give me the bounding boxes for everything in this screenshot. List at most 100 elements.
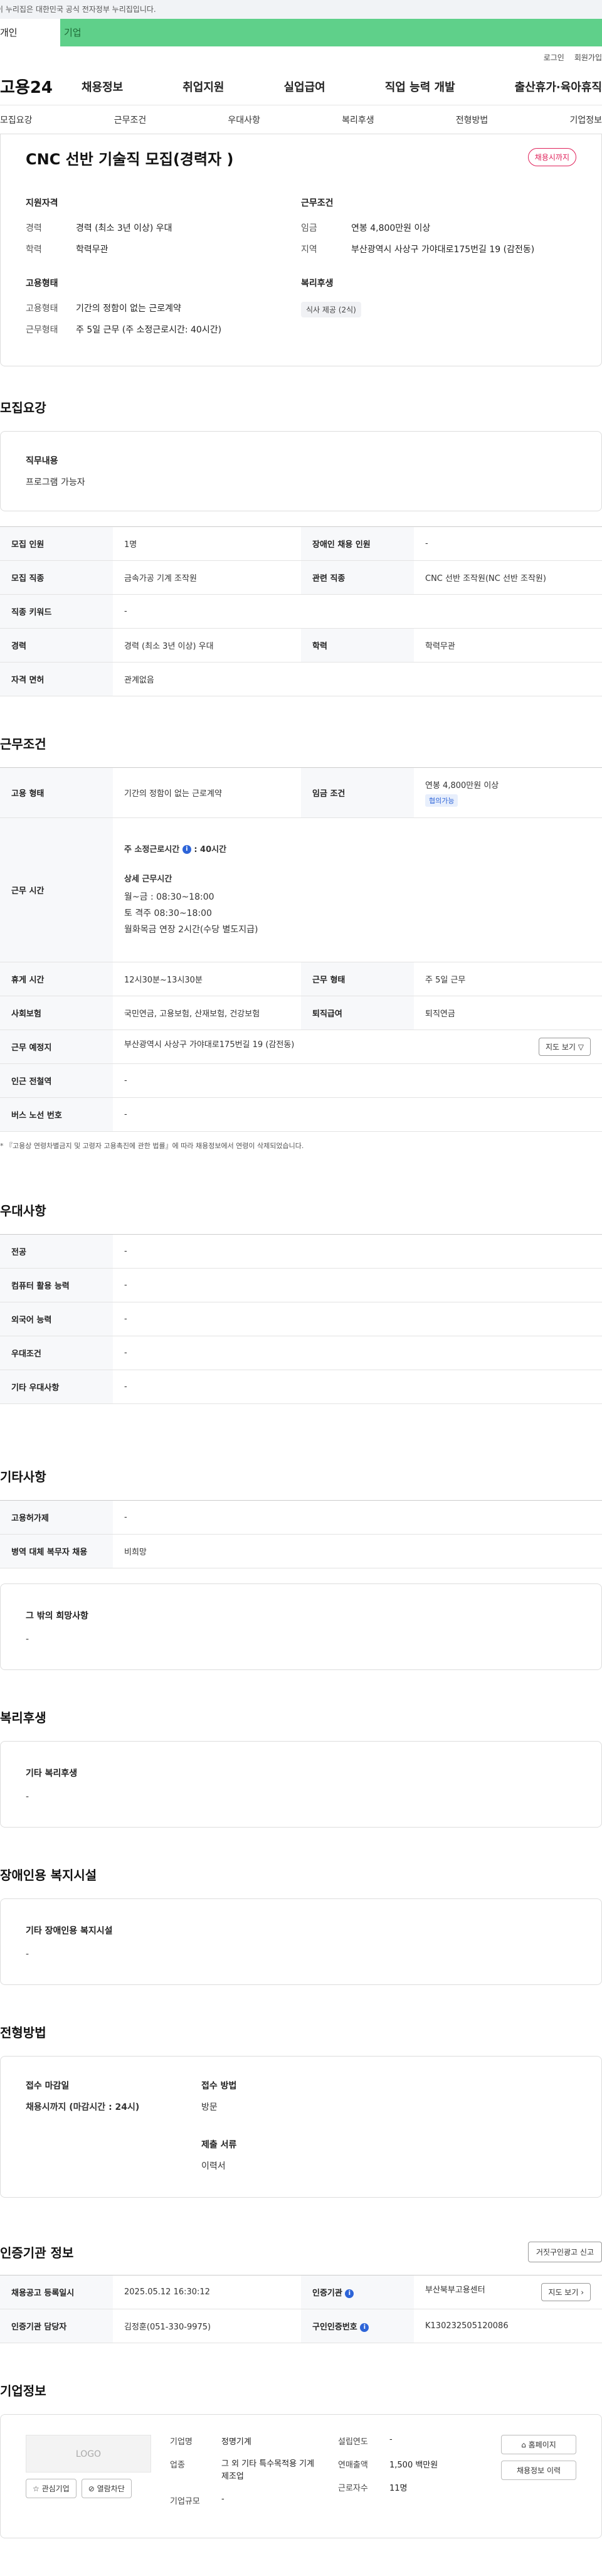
company-label: 업종	[170, 2461, 185, 2470]
company-label: 근로자수	[338, 2484, 368, 2493]
section-cert-heading: 인증기관 정보	[0, 2245, 74, 2260]
detail-tabs: 모집요강 근무조건 우대사항 복리후생 전형방법 기업정보	[0, 105, 602, 134]
cell-value: 학력무관	[414, 628, 602, 663]
cell-label: 컴퓨터 활용 능력	[0, 1268, 113, 1302]
section-disabled-heading: 장애인용 복지시설	[0, 1868, 97, 1883]
cell-label: 학력	[301, 628, 414, 663]
qual-label: 학력	[26, 245, 42, 255]
gnb-vocational-training[interactable]: 직업 능력 개발	[385, 78, 455, 95]
cell-value: 부산광역시 사상구 가야대로175번길 19 (감전동) 지도 보기 ▽	[113, 1030, 602, 1064]
cell-label: 자격 면허	[0, 662, 113, 696]
section-apply-heading: 전형방법	[0, 2025, 46, 2040]
company-value: -	[221, 2494, 224, 2504]
cell-label: 임금 조건	[301, 767, 414, 818]
cell-label: 모집 인원	[0, 526, 113, 561]
company-value: 11명	[389, 2484, 408, 2493]
favorite-company-button[interactable]: ☆ 관심기업	[26, 2479, 77, 2498]
emp-label: 고용형태	[26, 304, 58, 314]
tab-conditions[interactable]: 근무조건	[114, 114, 147, 126]
weekly-hours: 주 소정근로시간 i : 40시간	[124, 843, 591, 854]
cell-value: 관계없음	[113, 662, 602, 696]
section-company-heading: 기업정보	[0, 2383, 46, 2398]
hours-line: 월~금 : 08:30~18:00	[124, 891, 214, 902]
info-icon[interactable]: i	[360, 2323, 369, 2332]
age-note: * 『고용상 연령차별금지 및 고령자 고용촉진에 관한 법률』에 따라 채용정…	[0, 1142, 304, 1150]
tab-recruit[interactable]: 모집요강	[0, 114, 33, 126]
cell-label: 퇴직급여	[301, 996, 414, 1030]
gnb-parental-leave[interactable]: 출산휴가·육아휴직	[515, 78, 602, 95]
qual-value: 경력 (최소 3년 이상) 우대	[76, 223, 172, 233]
tab-preference[interactable]: 우대사항	[228, 114, 260, 126]
cell-value: -	[113, 594, 602, 629]
job-history-button[interactable]: 채용정보 이력	[501, 2461, 576, 2480]
company-value: 정명기계	[221, 2437, 251, 2447]
cell-label: 장애인 채용 인원	[301, 526, 414, 561]
signup-link[interactable]: 회원가입	[574, 52, 602, 63]
section-etc-heading: 기타사항	[0, 1469, 46, 1484]
report-fake-ad-button[interactable]: 거짓구인광고 신고	[527, 2242, 602, 2262]
cell-value: 주 5일 근무	[414, 962, 602, 996]
tab-apply-method[interactable]: 전형방법	[456, 114, 488, 126]
table-row: 버스 노선 번호 -	[0, 1097, 602, 1132]
cell-label: 근무 예정지	[0, 1030, 113, 1064]
cell-value: -	[113, 1302, 602, 1336]
job-summary-card: CNC 선반 기술직 모집(경력자 ) 채용시까지 지원자격 경력 경력 (최소 …	[0, 134, 602, 366]
site-logo[interactable]: 고용24	[0, 75, 82, 98]
homepage-button[interactable]: ⌂ 홈페이지	[501, 2435, 576, 2454]
cell-value: 12시30분~13시30분	[113, 962, 301, 996]
table-row: 경력 경력 (최소 3년 이상) 우대 학력 학력무관	[0, 628, 602, 663]
tab-company[interactable]: 기업	[60, 19, 602, 46]
map-view-button[interactable]: 지도 보기 ▽	[538, 1038, 591, 1056]
wage-value: 연봉 4,800만원 이상	[425, 781, 499, 790]
etc-table: 고용허가제 - 병역 대체 복무자 채용 비희망	[0, 1500, 602, 1568]
company-label: 기업명	[170, 2437, 193, 2447]
docs-title: 제출 서류	[201, 2140, 237, 2150]
table-row: 인근 전철역 -	[0, 1063, 602, 1098]
qual-title: 지원자격	[26, 198, 58, 208]
tab-welfare[interactable]: 복리후생	[342, 114, 374, 126]
info-icon[interactable]: i	[345, 2289, 354, 2298]
gnb-jobs[interactable]: 채용정보	[82, 78, 123, 95]
deadline-value: 채용시까지 (마감시간 : 24시)	[26, 2102, 140, 2112]
deadline-title: 접수 마감일	[26, 2081, 70, 2091]
disabled-box: 기타 장애인용 복지시설 -	[0, 1898, 602, 1985]
cell-label: 외국어 능력	[0, 1302, 113, 1336]
org-map-button[interactable]: 지도 보기 ›	[541, 2283, 591, 2301]
cell-value: 국민연금, 고용보험, 산재보험, 건강보험	[113, 996, 301, 1030]
gnb-unemployment-benefit[interactable]: 실업급여	[284, 78, 325, 95]
emp-value: 주 5일 근무 (주 소정근로시간: 40시간)	[76, 325, 222, 335]
weekly-hours-label: 주 소정근로시간	[124, 844, 180, 854]
cell-value: -	[113, 1097, 602, 1132]
duty-title: 직무내용	[26, 456, 58, 466]
company-value: 1,500 백만원	[389, 2461, 438, 2470]
cell-value: -	[113, 1268, 602, 1302]
block-view-button[interactable]: ⊘ 열람차단	[81, 2479, 132, 2498]
cell-value: -	[113, 1336, 602, 1370]
status-badge: 채용시까지	[527, 148, 576, 166]
cell-label: 채용공고 등록일시	[0, 2275, 113, 2309]
info-icon[interactable]: i	[182, 845, 191, 854]
table-row: 외국어 능력 -	[0, 1302, 602, 1336]
cell-value: 주 소정근로시간 i : 40시간 상세 근무시간 월~금 : 08:30~18…	[113, 817, 602, 962]
method-title: 접수 방법	[201, 2081, 237, 2091]
work-value: 연봉 4,800만원 이상	[351, 223, 431, 233]
cert-table: 채용공고 등록일시 2025.05.12 16:30:12 인증기관 i 부산북…	[0, 2275, 602, 2343]
tab-company-info[interactable]: 기업정보	[569, 114, 602, 126]
gov-strip: 이 누리집은 대한민국 공식 전자정부 누리집입니다.	[0, 0, 602, 19]
org-value: 부산북부고용센터	[425, 2286, 485, 2295]
tab-personal[interactable]: 개인	[0, 19, 60, 46]
cell-value: -	[414, 526, 602, 561]
emp-label: 근무형태	[26, 325, 58, 335]
cell-value: 1명	[113, 526, 301, 561]
section-welfare-heading: 복리후생	[0, 1710, 46, 1725]
welfare-box: 기타 복리후생 -	[0, 1741, 602, 1828]
cell-label: 우대조건	[0, 1336, 113, 1370]
qual-value: 학력무관	[76, 245, 108, 255]
preference-table: 전공 - 컴퓨터 활용 능력 - 외국어 능력 - 우대조건 - 기타 우대사항 -	[0, 1234, 602, 1404]
table-row: 컴퓨터 활용 능력 -	[0, 1268, 602, 1302]
table-row: 우대조건 -	[0, 1336, 602, 1370]
login-link[interactable]: 로그인	[544, 52, 564, 63]
company-label: 기업규모	[170, 2497, 200, 2506]
gnb-employment-support[interactable]: 취업지원	[182, 78, 224, 95]
work-label: 임금	[301, 223, 317, 233]
